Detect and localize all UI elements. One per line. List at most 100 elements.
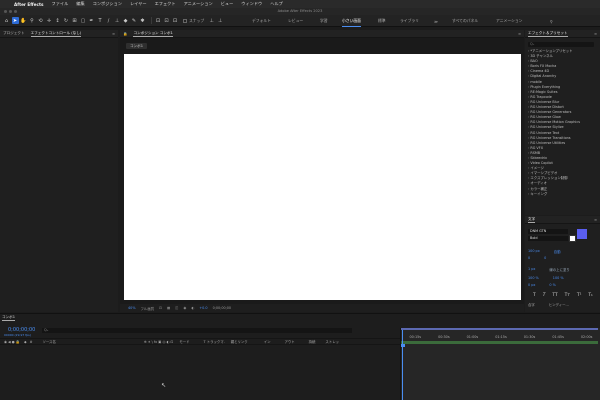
workspace-review[interactable]: レビュー bbox=[288, 15, 303, 27]
home-icon[interactable]: ⌂ bbox=[3, 17, 10, 24]
transparency-grid-icon[interactable]: ▦ bbox=[167, 306, 170, 310]
menu-edit[interactable]: 編集 bbox=[76, 1, 84, 7]
tracking-field[interactable]: 0 bbox=[544, 256, 546, 260]
col-mode[interactable]: モード bbox=[179, 339, 189, 344]
menu-animation[interactable]: アニメーション bbox=[184, 1, 213, 7]
pan-tool-icon[interactable]: ✛ bbox=[46, 17, 53, 24]
hand-tool-icon[interactable]: ✋ bbox=[20, 17, 27, 24]
camera-icon[interactable]: ◉ bbox=[183, 306, 186, 310]
font-family-select[interactable]: DNM GTN bbox=[528, 229, 568, 234]
snap-extra-icon[interactable]: ⊥ bbox=[217, 17, 224, 24]
faux-bold-button[interactable]: T bbox=[533, 293, 536, 298]
type-tool-icon[interactable]: T bbox=[97, 17, 104, 24]
rectangle-tool-icon[interactable]: ▢ bbox=[80, 17, 87, 24]
stroke-width-field[interactable]: 1 px bbox=[528, 267, 535, 272]
character-menu-icon[interactable]: ≡ bbox=[594, 218, 597, 222]
baseline-shift-field[interactable]: 0 px bbox=[528, 283, 535, 287]
col-track-matte[interactable]: T トラックマ. bbox=[204, 339, 225, 344]
effects-menu-icon[interactable]: ≡ bbox=[594, 32, 597, 36]
av-features-icons[interactable]: ◉ ◀ ● 🔒 bbox=[4, 340, 20, 344]
menu-effect[interactable]: エフェクト bbox=[155, 1, 176, 7]
timeline-search-input[interactable]: Q₊ bbox=[42, 328, 352, 333]
time-graph[interactable]: 00:15s 00:30s 01:00s 01:15s 01:30s 01:45s 02:0… bbox=[400, 328, 600, 400]
tab-composition[interactable]: コンポジション コンポ1 bbox=[133, 31, 173, 37]
col-stretch[interactable]: ストレッ bbox=[325, 339, 339, 344]
playhead-handle[interactable] bbox=[401, 344, 405, 347]
workspace-small-screen[interactable]: 小さい画面 bbox=[342, 15, 361, 27]
menu-layer[interactable]: レイヤー bbox=[130, 1, 147, 7]
pen-tool-icon[interactable]: ✒ bbox=[88, 17, 95, 24]
font-size-field[interactable]: 100 px bbox=[528, 249, 540, 254]
tab-character[interactable]: 文字 bbox=[528, 217, 536, 223]
menu-composition[interactable]: コンポジション bbox=[93, 1, 122, 7]
col-duration[interactable]: 持続 bbox=[309, 339, 316, 344]
selection-tool-icon[interactable]: ➤ bbox=[11, 17, 19, 24]
horizontal-scale-field[interactable]: 100 % bbox=[553, 276, 564, 280]
small-caps-button[interactable]: Tᴛ bbox=[565, 293, 570, 298]
menu-app-name[interactable]: After Effects bbox=[14, 2, 44, 7]
fill-color-swatch[interactable] bbox=[577, 229, 587, 239]
minimize-window-button[interactable] bbox=[9, 10, 12, 13]
close-window-button[interactable] bbox=[4, 10, 7, 13]
snap-toggle[interactable]: スナップ bbox=[183, 18, 204, 24]
comp-flow-tab[interactable]: コンポ1 bbox=[126, 43, 148, 49]
label-icon[interactable]: ◆ bbox=[24, 340, 27, 344]
stroke-color-swatch[interactable] bbox=[569, 235, 576, 242]
workspace-all-panels[interactable]: すべてのパネル bbox=[452, 15, 478, 27]
workspace-more-chevron[interactable]: ≫ bbox=[434, 15, 438, 27]
tab-project[interactable]: プロジェクト bbox=[3, 31, 25, 36]
workspace-default[interactable]: デフォルト bbox=[252, 15, 271, 27]
col-out[interactable]: アウト bbox=[284, 339, 294, 344]
eraser-tool-icon[interactable]: ◆ bbox=[122, 17, 129, 24]
lock-icon[interactable]: 🔒 bbox=[123, 32, 127, 36]
workspace-libraries[interactable]: ライブラリ bbox=[400, 15, 419, 27]
ligature-checkbox[interactable]: 合字 bbox=[528, 302, 535, 307]
hindi-digits-checkbox[interactable]: ヒンディー... bbox=[549, 302, 569, 307]
col-in[interactable]: イン bbox=[264, 339, 271, 344]
stroke-mode-select[interactable]: 線の上に塗り bbox=[549, 267, 569, 272]
all-caps-button[interactable]: TT bbox=[552, 293, 557, 298]
col-source-name[interactable]: ソース名 bbox=[42, 339, 55, 344]
workspace-animation[interactable]: アニメーション bbox=[496, 15, 522, 27]
subscript-button[interactable]: T₁ bbox=[588, 293, 592, 298]
search-help-icon[interactable]: ⚲ bbox=[550, 15, 553, 27]
zoom-window-button[interactable] bbox=[14, 10, 17, 13]
switches-icons[interactable]: ⊕ ✶ \ fx ▣ ◎ ◐ ⊡ bbox=[144, 340, 174, 344]
panel-menu-icon[interactable]: ≡ bbox=[112, 32, 115, 36]
kerning-field[interactable]: 0 bbox=[528, 256, 530, 260]
view-axis-icon[interactable]: ⊡ bbox=[172, 17, 179, 24]
leading-field[interactable]: 自動 bbox=[554, 249, 561, 254]
clone-tool-icon[interactable]: ⊥ bbox=[114, 17, 121, 24]
vertical-scale-field[interactable]: 100 % bbox=[528, 276, 539, 280]
time-ruler[interactable]: 00:15s 00:30s 01:00s 01:15s 01:30s 01:45s 02:0… bbox=[401, 330, 600, 340]
menu-file[interactable]: ファイル bbox=[52, 1, 69, 7]
effects-category-item[interactable]: キーイング bbox=[528, 192, 596, 197]
superscript-button[interactable]: T¹ bbox=[577, 293, 581, 298]
rotate-tool-icon[interactable]: ↻ bbox=[63, 17, 70, 24]
tab-timeline-comp[interactable]: コンポ1 bbox=[2, 315, 16, 321]
zoom-tool-icon[interactable]: ⚲ bbox=[29, 17, 36, 24]
orbit-tool-icon[interactable]: ⟲ bbox=[37, 17, 44, 24]
zoom-level[interactable]: 40% bbox=[128, 306, 136, 310]
tab-effect-controls[interactable]: エフェクトコントロール (なし) bbox=[30, 31, 82, 37]
snap-option-icon[interactable]: ⊥ bbox=[208, 17, 215, 24]
viewer-menu-icon[interactable]: ≡ bbox=[518, 32, 521, 36]
local-axis-icon[interactable]: ⊡ bbox=[155, 17, 162, 24]
tsume-field[interactable]: 0 % bbox=[549, 283, 555, 287]
col-parent-link[interactable]: 親とリンク bbox=[231, 339, 248, 344]
menu-view[interactable]: ビュー bbox=[221, 1, 234, 7]
faux-italic-button[interactable]: T bbox=[543, 293, 546, 298]
puppet-tool-icon[interactable]: ✱ bbox=[139, 17, 146, 24]
workspace-standard[interactable]: 標準 bbox=[378, 15, 386, 27]
roto-tool-icon[interactable]: ✎ bbox=[131, 17, 138, 24]
color-channel-icon[interactable]: ◐ bbox=[191, 306, 194, 310]
dolly-tool-icon[interactable]: ↕ bbox=[54, 17, 61, 24]
snap-checkbox[interactable] bbox=[183, 18, 187, 23]
tab-effects-presets[interactable]: エフェクト＆プリセット bbox=[528, 31, 568, 37]
effects-search-input[interactable]: Q₊ bbox=[528, 42, 594, 47]
menu-help[interactable]: ヘルプ bbox=[270, 1, 283, 7]
menu-window[interactable]: ウィンドウ bbox=[241, 1, 262, 7]
mask-visibility-icon[interactable]: ◫ bbox=[175, 306, 178, 310]
composition-canvas[interactable] bbox=[124, 54, 521, 300]
current-time-indicator[interactable] bbox=[401, 330, 405, 400]
